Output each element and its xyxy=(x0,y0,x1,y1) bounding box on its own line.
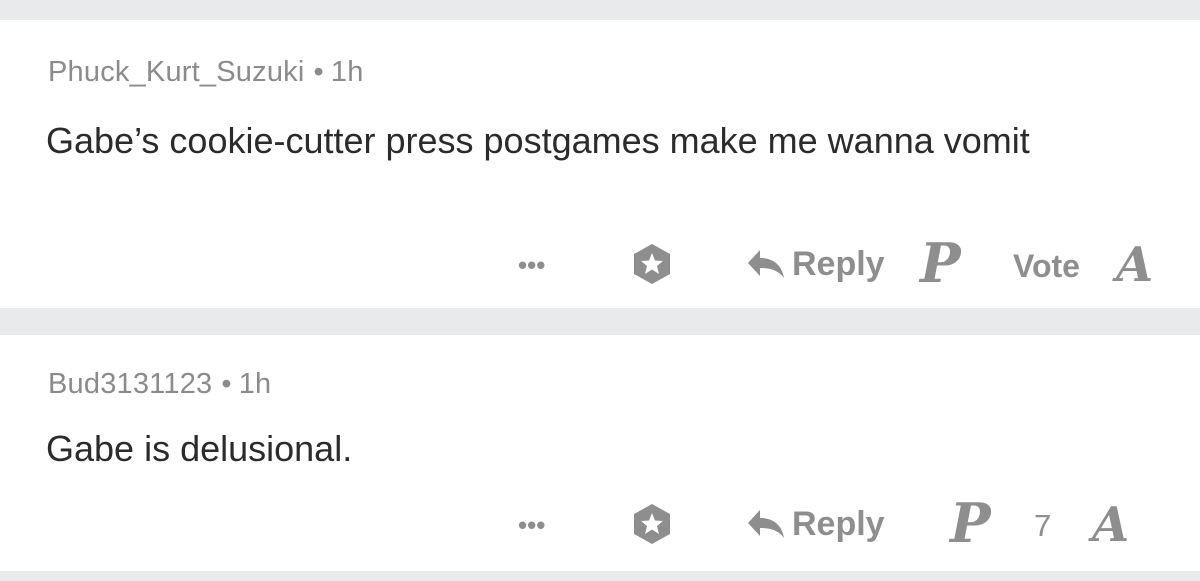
comment-text: Gabe is delusional. xyxy=(46,428,353,469)
award-icon[interactable] xyxy=(630,502,674,546)
comment-meta: Bud3131123 • 1h xyxy=(48,368,271,401)
phillies-logo-icon[interactable]: P xyxy=(950,492,991,554)
comment-actions: ••• Reply P 7 A xyxy=(0,492,1200,554)
username-link[interactable]: Bud3131123 xyxy=(48,368,212,400)
comment-card: Bud3131123 • 1h Gabe is delusional. ••• Re… xyxy=(0,335,1200,571)
phillies-logo-icon[interactable]: P xyxy=(920,232,961,294)
username-link[interactable]: Phuck_Kurt_Suzuki xyxy=(48,56,305,88)
comment-age: 1h xyxy=(238,368,272,400)
vote-count: 7 xyxy=(1034,508,1052,543)
vote-label: Vote xyxy=(1013,248,1080,284)
reply-button[interactable]: Reply xyxy=(746,500,885,548)
comment-age: 1h xyxy=(330,56,364,88)
comment-meta: Phuck_Kurt_Suzuki • 1h xyxy=(48,56,364,89)
athletics-logo-icon[interactable]: A xyxy=(1116,236,1153,294)
meta-separator: • xyxy=(313,56,324,88)
meta-separator: • xyxy=(221,368,232,400)
comment-actions: ••• Reply P Vote A xyxy=(0,232,1200,294)
comment-feed: Phuck_Kurt_Suzuki • 1h Gabe’s cookie-cutte… xyxy=(0,0,1200,581)
reply-label: Reply xyxy=(792,244,885,283)
comment-card: Phuck_Kurt_Suzuki • 1h Gabe’s cookie-cutte… xyxy=(0,20,1200,308)
reply-arrow-icon xyxy=(748,250,784,278)
athletics-logo-icon[interactable]: A xyxy=(1092,496,1129,554)
more-options-button[interactable]: ••• xyxy=(518,250,545,281)
reply-label: Reply xyxy=(792,504,885,543)
award-icon[interactable] xyxy=(630,242,674,286)
more-options-button[interactable]: ••• xyxy=(518,510,545,541)
reply-arrow-icon xyxy=(748,510,784,538)
comment-text: Gabe’s cookie-cutter press postgames mak… xyxy=(46,120,1030,161)
reply-button[interactable]: Reply xyxy=(746,240,885,288)
